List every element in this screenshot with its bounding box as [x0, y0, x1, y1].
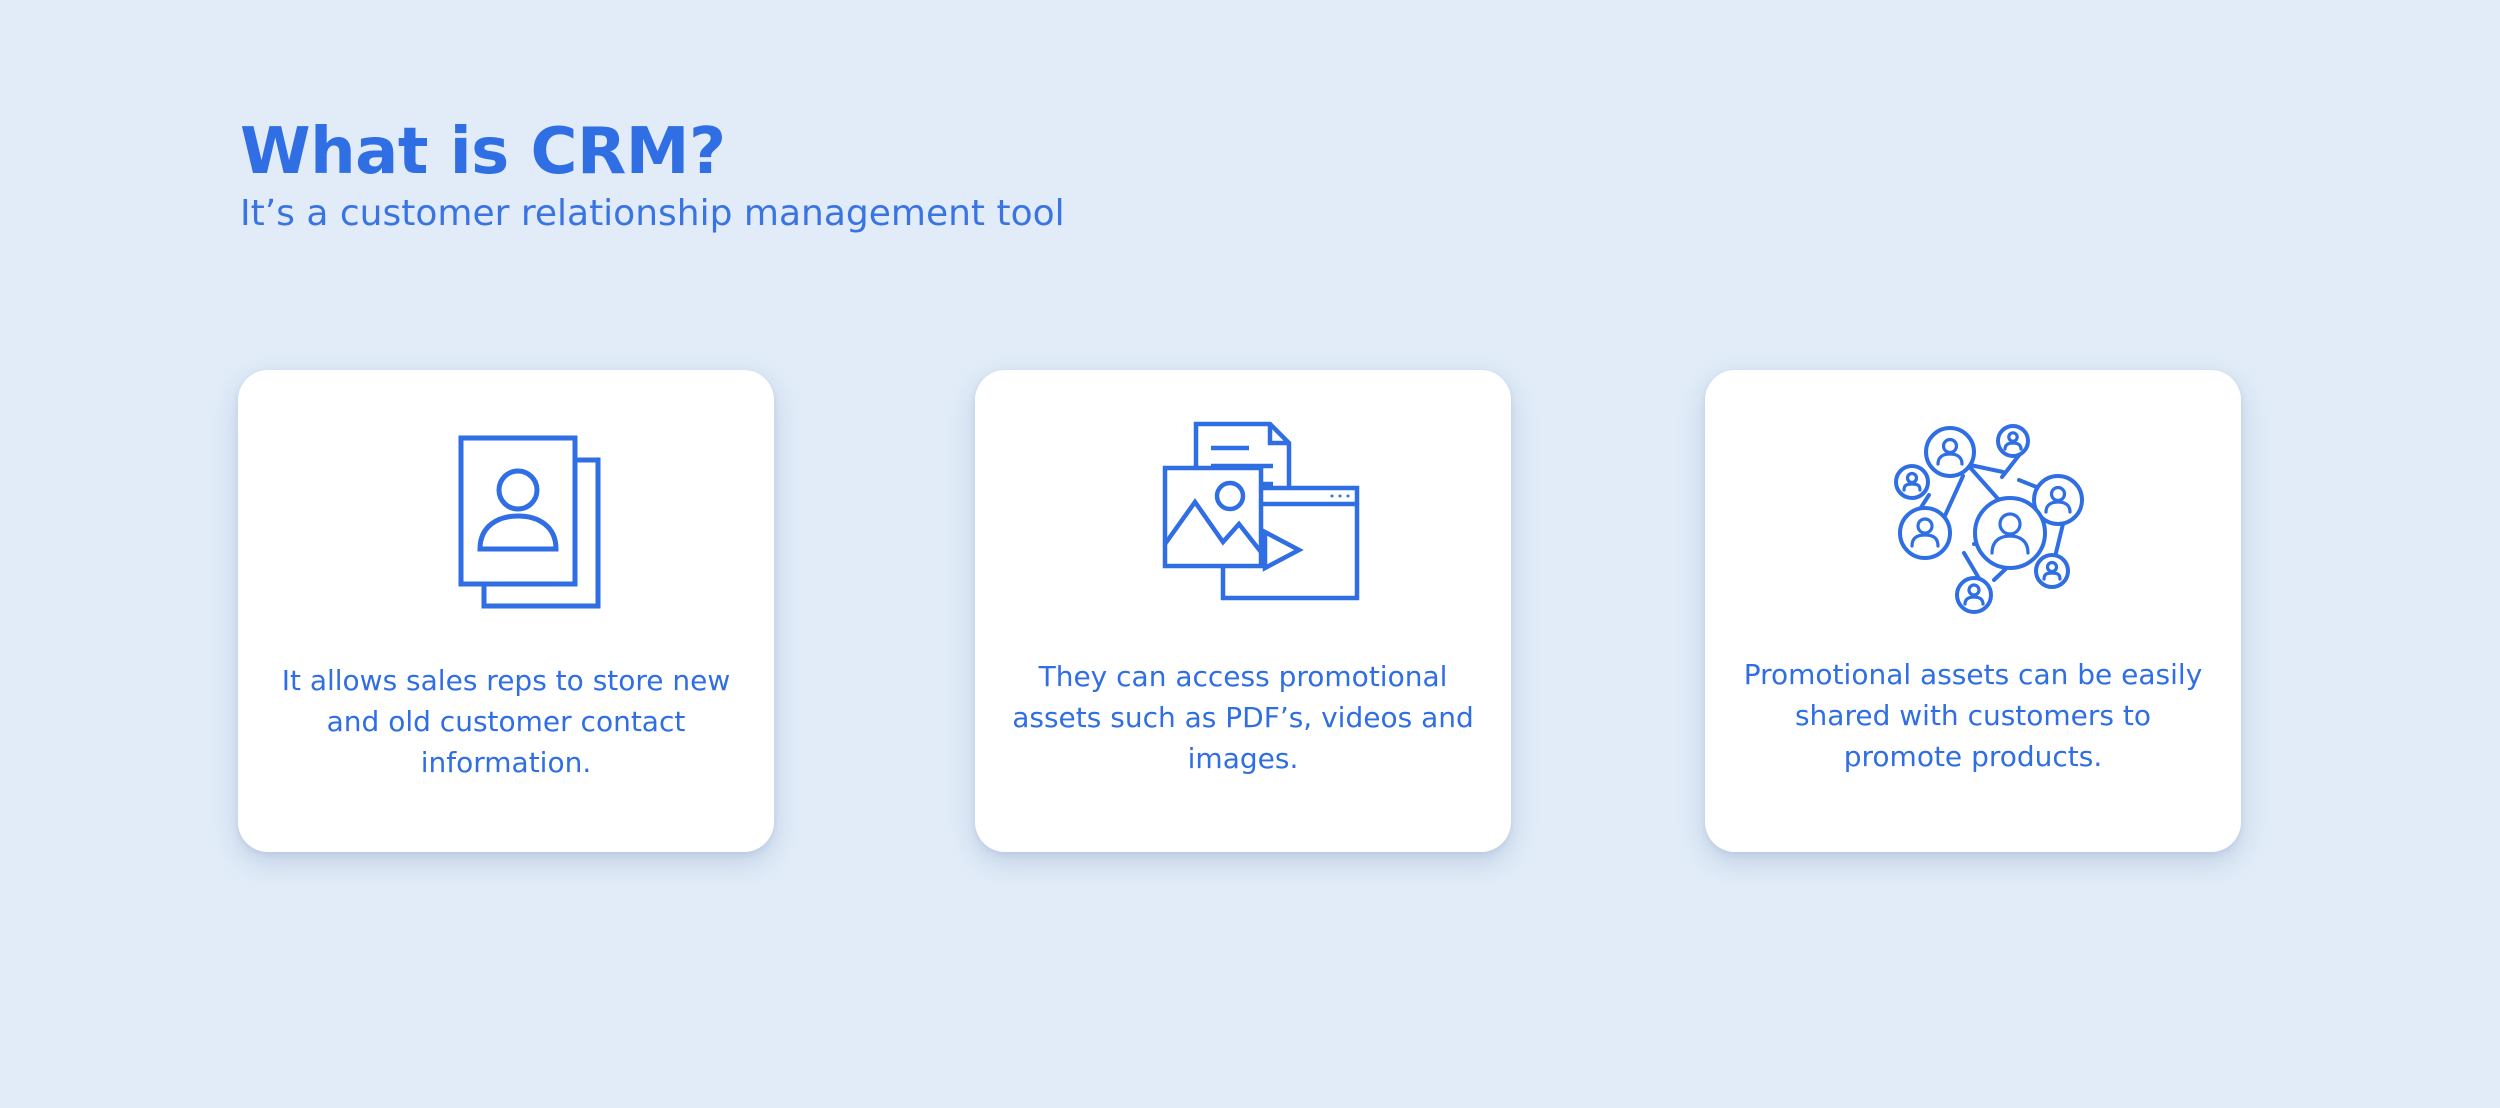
feature-card-assets: They can access promotional assets such … — [975, 370, 1511, 852]
feature-card-text: It allows sales reps to store new and ol… — [281, 664, 731, 779]
header: What is CRM? It’s a customer relationshi… — [240, 112, 1065, 236]
feature-card-text: They can access promotional assets such … — [1012, 660, 1474, 775]
feature-card-sharing: Promotional assets can be easily shared … — [1705, 370, 2241, 852]
page-subtitle: It’s a customer relationship management … — [240, 193, 1065, 234]
page-title: What is CRM? — [240, 115, 726, 189]
contact-card-icon — [386, 418, 626, 618]
media-assets-icon — [1123, 418, 1363, 618]
customer-network-icon — [1853, 418, 2093, 618]
feature-card-text: Promotional assets can be easily shared … — [1743, 658, 2203, 773]
feature-card-contacts: It allows sales reps to store new and ol… — [238, 370, 774, 852]
